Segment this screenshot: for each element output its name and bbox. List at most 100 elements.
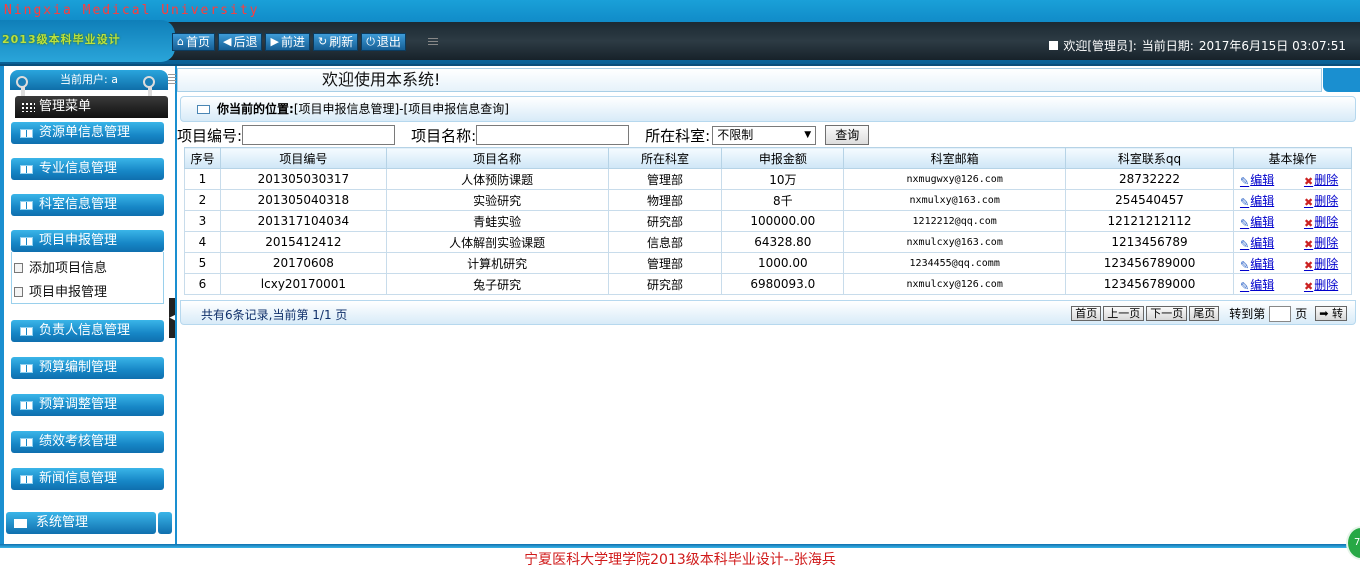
pencil-icon: ✎ [1239, 237, 1250, 251]
sidebar-item-system[interactable]: 系统管理 [6, 512, 156, 534]
home-icon: ⌂ [177, 35, 184, 48]
book-icon [20, 475, 33, 484]
refresh-icon: ↻ [317, 35, 328, 48]
edit-link[interactable]: ✎ 编辑 [1240, 255, 1304, 272]
edit-label: 编辑 [1250, 235, 1275, 250]
table-cell: 1234455@qq.comm [843, 252, 1067, 274]
table-row: 5 20170608 计算机研究 管理部 1000.00 1234455@qq.comm 1… [184, 252, 1353, 274]
sidebar-item-news[interactable]: 新闻信息管理 [11, 468, 164, 490]
footer-line [0, 544, 1360, 548]
table-cell: 3 [184, 210, 221, 232]
row-actions: ✎ 编辑 ✖ 删除 [1232, 252, 1353, 274]
delete-link[interactable]: ✖ 删除 [1304, 234, 1338, 251]
table-cell: 5 [184, 252, 221, 274]
toolbar-grip-icon [428, 38, 438, 47]
delete-link[interactable]: ✖ 删除 [1304, 276, 1338, 293]
project-name-label: 项目名称: [411, 126, 477, 145]
row-actions: ✎ 编辑 ✖ 删除 [1232, 210, 1353, 232]
system-side-tab[interactable] [158, 512, 172, 534]
sidebar-item-budget-adjust[interactable]: 预算调整管理 [11, 394, 164, 416]
go-button[interactable]: ➡ 转 [1315, 306, 1347, 321]
delete-link[interactable]: ✖ 删除 [1304, 255, 1338, 272]
column-header: 科室联系qq [1065, 147, 1234, 169]
table-row: 2 201305040318 实验研究 物理部 8千 nxmulxy@163.com 254… [184, 189, 1353, 211]
sidebar-item-major[interactable]: 专业信息管理 [11, 158, 164, 180]
splitter-grip-icon[interactable] [168, 74, 176, 86]
delete-label: 删除 [1314, 193, 1339, 208]
table-cell: 1 [184, 168, 221, 190]
forward-button[interactable]: ▶ 前进 [265, 33, 310, 51]
sidebar-item-project[interactable]: 项目申报管理 [11, 230, 164, 252]
submenu-project-manage[interactable]: 项目申报管理 [14, 281, 107, 300]
book-icon [20, 165, 33, 174]
table-cell: 1212212@qq.com [843, 210, 1067, 232]
last-page-button[interactable]: 尾页 [1189, 306, 1220, 321]
project-name-input[interactable] [476, 125, 630, 145]
column-header: 项目名称 [385, 147, 609, 169]
edit-link[interactable]: ✎ 编辑 [1240, 276, 1304, 293]
delete-link[interactable]: ✖ 删除 [1304, 192, 1338, 209]
sidebar-item-department[interactable]: 科室信息管理 [11, 194, 164, 216]
sidebar-item-budget[interactable]: 预算编制管理 [11, 357, 164, 379]
table-cell: 兔子研究 [385, 273, 609, 295]
table-cell: 人体预防课题 [385, 168, 609, 190]
search-bar: 项目编号: 项目名称: 所在科室: 不限制 ▼ 查询 [177, 124, 870, 146]
delete-label: 删除 [1314, 172, 1339, 187]
sidebar-item-label: 预算调整管理 [39, 397, 118, 412]
status-square-icon [1049, 41, 1059, 50]
page-unit-label: 页 [1295, 307, 1308, 321]
department-select[interactable]: 不限制 ▼ [712, 125, 817, 145]
logout-button[interactable]: ⏻ 退出 [361, 33, 406, 51]
sidebar-item-label: 预算编制管理 [39, 360, 118, 375]
table-cell: 2015412412 [219, 231, 387, 253]
table-cell: 28732222 [1065, 168, 1234, 190]
edit-label: 编辑 [1250, 214, 1275, 229]
date-value: 2017年6月15日 03:07:51 [1198, 39, 1346, 53]
footer: 宁夏医科大学理学院2013级本科毕业设计--张海兵 [0, 544, 1360, 570]
submenu-add-project[interactable]: 添加项目信息 [14, 257, 107, 276]
sidebar-item-leader[interactable]: 负责人信息管理 [11, 320, 164, 342]
table-cell: 实验研究 [385, 189, 609, 211]
delete-link[interactable]: ✖ 删除 [1304, 213, 1338, 230]
column-header: 项目编号 [219, 147, 387, 169]
prev-page-button[interactable]: 上一页 [1103, 306, 1145, 321]
first-page-button[interactable]: 首页 [1071, 306, 1102, 321]
page-icon [14, 263, 23, 273]
project-code-input[interactable] [242, 125, 396, 145]
table-cell: 2 [184, 189, 221, 211]
table-cell: 研究部 [607, 210, 723, 232]
pencil-icon: ✎ [1239, 279, 1250, 293]
delete-label: 删除 [1314, 256, 1339, 271]
welcome-status: 欢迎[管理员]: 当前日期: 2017年6月15日 03:07:51 [1049, 37, 1346, 54]
sidebar-item-performance[interactable]: 绩效考核管理 [11, 431, 164, 453]
edit-link[interactable]: ✎ 编辑 [1240, 234, 1304, 251]
table-row: 3 201317104034 青蛙实验 研究部 100000.00 1212212@qq.… [184, 210, 1353, 232]
sidebar-item-label: 资源单信息管理 [39, 125, 131, 140]
home-button[interactable]: ⌂ 首页 [172, 33, 215, 51]
logout-icon: ⏻ [366, 35, 375, 48]
sidebar-item-resource[interactable]: 资源单信息管理 [11, 122, 164, 144]
table-cell: 研究部 [607, 273, 723, 295]
page-number-input[interactable] [1269, 305, 1292, 322]
arrow-right-icon: ➡ [1319, 307, 1329, 320]
edit-link[interactable]: ✎ 编辑 [1240, 213, 1304, 230]
edit-link[interactable]: ✎ 编辑 [1240, 192, 1304, 209]
table-header-row: 序号 项目编号 项目名称 所在科室 申报金额 科室邮箱 科室联系qq 基本操作 [184, 147, 1353, 169]
sidebar-item-label: 系统管理 [36, 515, 89, 530]
refresh-button[interactable]: ↻ 刷新 [312, 33, 359, 51]
edit-link[interactable]: ✎ 编辑 [1240, 171, 1304, 188]
query-button[interactable]: 查询 [825, 125, 870, 145]
table-cell: 人体解剖实验课题 [385, 231, 609, 253]
delete-link[interactable]: ✖ 删除 [1304, 171, 1338, 188]
next-page-button[interactable]: 下一页 [1146, 306, 1188, 321]
breadcrumb: 你当前的位置:[项目申报信息管理]-[项目申报信息查询] [180, 96, 1356, 122]
table-cell: lcxy20170001 [219, 273, 387, 295]
table-cell: 100000.00 [721, 210, 845, 232]
column-header: 序号 [184, 147, 221, 169]
delete-icon: ✖ [1303, 174, 1314, 188]
back-button[interactable]: ◀ 后退 [218, 33, 263, 51]
book-icon [14, 519, 27, 528]
table-cell: 12121212112 [1065, 210, 1234, 232]
edit-label: 编辑 [1250, 193, 1275, 208]
table-cell: 123456789000 [1065, 273, 1234, 295]
